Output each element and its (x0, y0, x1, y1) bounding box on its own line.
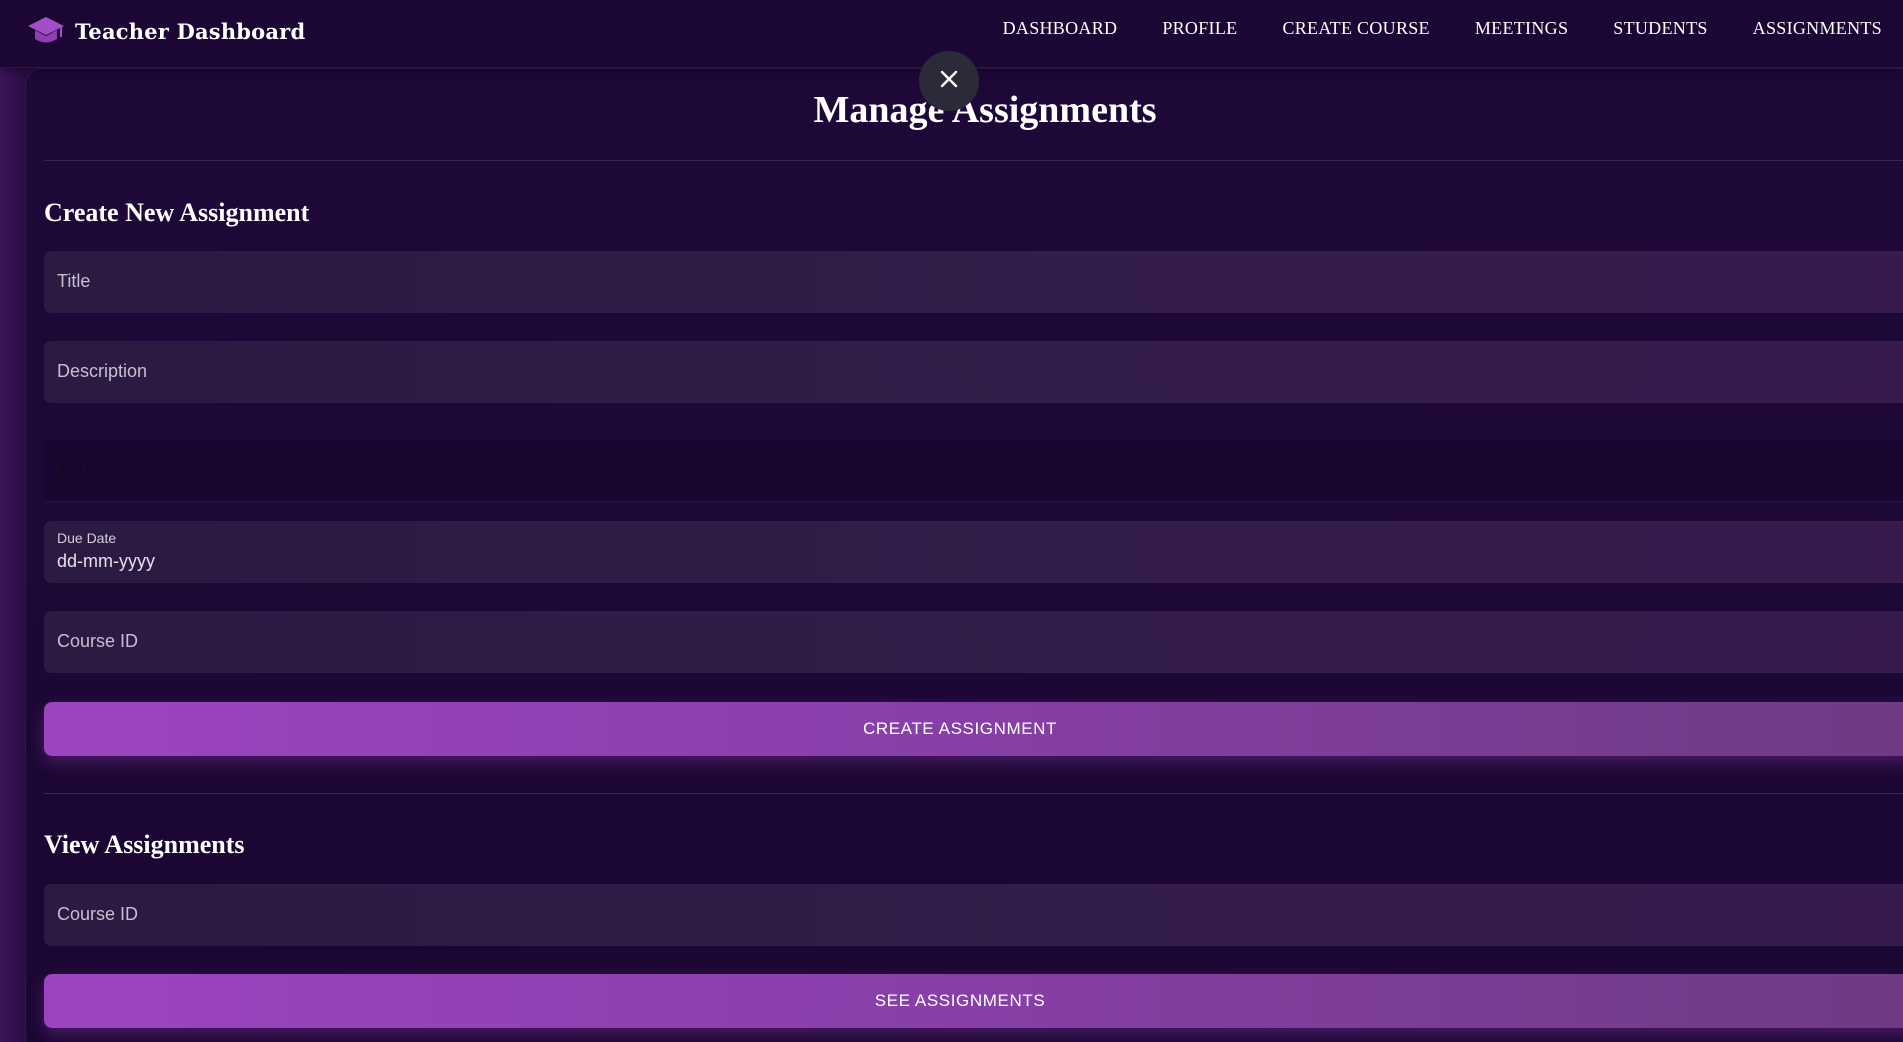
close-icon (939, 69, 959, 94)
main-nav: DASHBOARD PROFILE CREATE COURSE MEETINGS… (958, 18, 1882, 39)
brand-name: Teacher Dashboard (75, 18, 306, 44)
view-course-id-input[interactable]: Course ID (44, 884, 1903, 946)
divider (44, 793, 1903, 794)
course-id-input[interactable]: Course ID (44, 611, 1903, 673)
nav-create-course[interactable]: CREATE COURSE (1282, 18, 1429, 39)
due-date-input[interactable]: Due Date dd-mm-yyyy (44, 521, 1903, 583)
course-id-placeholder: Course ID (57, 631, 139, 651)
description-input[interactable]: Description (44, 341, 1903, 403)
create-section-heading: Create New Assignment (44, 198, 310, 227)
graduation-cap-icon (26, 12, 66, 50)
view-course-id-placeholder: Course ID (57, 904, 139, 924)
see-assignments-button[interactable]: SEE ASSIGNMENTS (44, 974, 1903, 1028)
nav-profile[interactable]: PROFILE (1162, 18, 1237, 39)
title-input[interactable]: Title (44, 251, 1903, 313)
close-button[interactable] (919, 51, 979, 111)
nav-assignments[interactable]: ASSIGNMENTS (1753, 18, 1882, 39)
nav-students[interactable]: STUDENTS (1613, 18, 1707, 39)
create-assignment-button[interactable]: CREATE ASSIGNMENT (44, 702, 1903, 756)
title-placeholder: Title (57, 271, 91, 291)
nav-meetings[interactable]: MEETINGS (1475, 18, 1568, 39)
assignment-type-value: Text (57, 461, 91, 481)
assignment-type-select[interactable]: Text (44, 440, 1903, 502)
due-date-label: Due Date (57, 530, 117, 546)
nav-dashboard[interactable]: DASHBOARD (1003, 18, 1118, 39)
view-section-heading: View Assignments (44, 830, 245, 859)
due-date-value: dd-mm-yyyy (57, 551, 155, 571)
divider (44, 160, 1903, 161)
description-placeholder: Description (57, 361, 148, 381)
brand[interactable]: Teacher Dashboard (26, 12, 305, 50)
